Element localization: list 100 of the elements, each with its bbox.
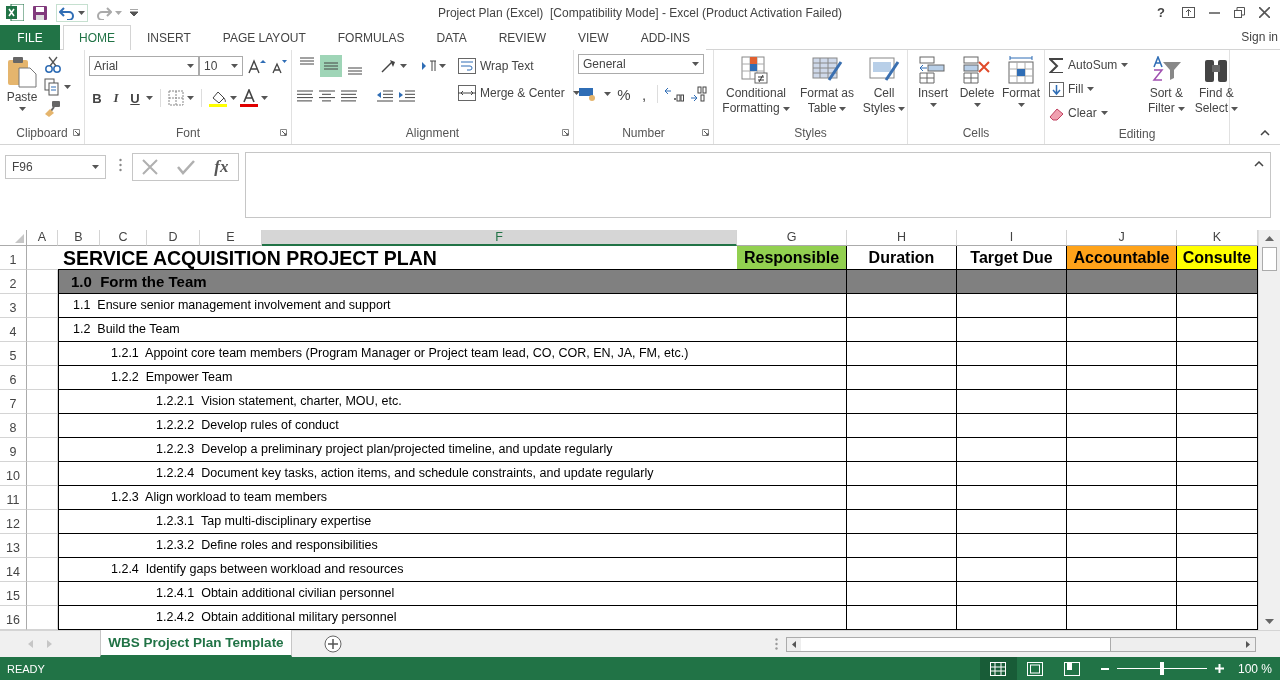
insert-function-button[interactable]: fx: [214, 157, 229, 177]
dialog-launcher-icon[interactable]: [280, 129, 287, 136]
caret-icon[interactable]: [898, 106, 906, 111]
format-painter-icon[interactable]: [44, 100, 62, 118]
column-header[interactable]: J: [1067, 230, 1177, 246]
caret-icon[interactable]: [400, 64, 407, 68]
dialog-launcher-icon[interactable]: [73, 129, 80, 136]
restore-icon[interactable]: [1234, 7, 1245, 18]
caret-icon[interactable]: [1121, 63, 1129, 67]
row-header[interactable]: 12: [0, 510, 27, 534]
ribbon-tab[interactable]: FILE: [0, 25, 60, 50]
row-header[interactable]: 11: [0, 486, 27, 510]
down-arrow-icon[interactable]: [1265, 619, 1274, 624]
decrease-indent-icon[interactable]: [376, 89, 394, 103]
caret-icon[interactable]: [230, 96, 237, 100]
column-header[interactable]: F: [262, 230, 737, 246]
number-format-field[interactable]: General: [578, 54, 704, 74]
row-header[interactable]: 8: [0, 414, 27, 438]
font-size-field[interactable]: 10: [199, 56, 243, 76]
caret-icon[interactable]: [146, 96, 153, 100]
row-header[interactable]: 6: [0, 366, 27, 390]
wrap-text-button[interactable]: Wrap Text: [458, 58, 580, 74]
row-header[interactable]: 15: [0, 582, 27, 606]
new-sheet-icon[interactable]: [324, 635, 342, 653]
percent-button[interactable]: %: [617, 85, 631, 103]
ribbon-button[interactable]: Insert: [912, 54, 954, 109]
italic-button[interactable]: I: [108, 90, 124, 106]
orientation-icon[interactable]: [380, 58, 398, 74]
undo-icon[interactable]: [59, 5, 75, 20]
ribbon-button[interactable]: Delete: [956, 54, 998, 109]
caret-icon[interactable]: [18, 107, 26, 111]
ribbon-button[interactable]: Conditional Formatting: [718, 54, 794, 118]
ribbon-button[interactable]: Format: [1000, 54, 1042, 109]
scissors-icon[interactable]: [44, 56, 62, 74]
increase-indent-icon[interactable]: [398, 89, 416, 103]
increase-decimal-icon[interactable]: [664, 86, 684, 102]
ribbon-button[interactable]: Cell Styles: [860, 54, 908, 118]
ribbon-button[interactable]: Find & Select: [1192, 54, 1241, 118]
caret-icon[interactable]: [973, 103, 981, 107]
normal-view-icon[interactable]: [990, 661, 1007, 676]
scrollbar-thumb[interactable]: [801, 637, 1111, 651]
column-header[interactable]: H: [847, 230, 957, 246]
ribbon-tab[interactable]: HOME: [63, 25, 131, 50]
row-header[interactable]: 4: [0, 318, 27, 342]
row-header[interactable]: 10: [0, 462, 27, 486]
zoom-level[interactable]: 100 %: [1223, 661, 1280, 676]
row-header[interactable]: 3: [0, 294, 27, 318]
accounting-format-icon[interactable]: [578, 86, 598, 102]
ribbon-button[interactable]: Format as Table: [798, 54, 856, 118]
column-header[interactable]: A: [27, 230, 58, 246]
caret-icon[interactable]: [839, 106, 847, 111]
up-arrow-icon[interactable]: [1265, 236, 1274, 241]
caret-icon[interactable]: [1231, 106, 1239, 111]
save-icon[interactable]: [32, 4, 48, 21]
ribbon-button[interactable]: AutoSum: [1049, 57, 1118, 73]
column-header[interactable]: E: [200, 230, 262, 246]
row-header[interactable]: 1: [0, 246, 27, 270]
shrink-font-icon[interactable]: [271, 58, 287, 74]
font-color-icon[interactable]: [240, 89, 258, 107]
copy-icon[interactable]: [44, 78, 60, 96]
column-header[interactable]: G: [737, 230, 847, 246]
caret-icon[interactable]: [78, 10, 85, 15]
align-right-icon[interactable]: [340, 89, 358, 103]
caret-icon[interactable]: [692, 62, 699, 66]
help-button[interactable]: ?: [1154, 5, 1168, 20]
row-header[interactable]: 13: [0, 534, 27, 558]
scrollbar-thumb[interactable]: [1262, 247, 1277, 271]
row-header[interactable]: 2: [0, 270, 27, 294]
column-header[interactable]: C: [100, 230, 147, 246]
column-header[interactable]: K: [1177, 230, 1258, 246]
caret-icon[interactable]: [1177, 106, 1185, 111]
ribbon-button[interactable]: Clear: [1049, 105, 1097, 121]
caret-icon[interactable]: [187, 96, 194, 100]
caret-icon[interactable]: [92, 165, 99, 169]
slider-thumb[interactable]: [1159, 662, 1164, 675]
caret-icon[interactable]: [1100, 111, 1108, 115]
caret-icon[interactable]: [187, 64, 194, 68]
sign-in-link[interactable]: Sign in: [1241, 30, 1280, 44]
center-icon[interactable]: [318, 89, 336, 103]
caret-icon[interactable]: [439, 64, 446, 68]
row-header[interactable]: 9: [0, 438, 27, 462]
align-left-icon[interactable]: [296, 89, 314, 103]
zoom-out-icon[interactable]: [1100, 667, 1109, 670]
column-header[interactable]: I: [957, 230, 1067, 246]
page-break-icon[interactable]: [1064, 661, 1081, 676]
fill-color-icon[interactable]: [209, 89, 227, 107]
font-name-field[interactable]: Arial: [89, 56, 199, 76]
zoom-in-icon[interactable]: [1214, 664, 1224, 673]
collapse-ribbon-icon[interactable]: [1260, 130, 1270, 136]
caret-icon[interactable]: [1087, 87, 1095, 91]
row-header[interactable]: 16: [0, 606, 27, 630]
caret-icon[interactable]: [261, 96, 268, 100]
ribbon-button[interactable]: Fill: [1049, 81, 1084, 97]
comma-button[interactable]: ,: [637, 85, 651, 103]
page-layout-icon[interactable]: [1027, 661, 1044, 676]
row-header[interactable]: 7: [0, 390, 27, 414]
text-direction-icon[interactable]: [421, 59, 437, 73]
caret-icon[interactable]: [604, 92, 611, 96]
customize-toolbar-icon[interactable]: [130, 9, 138, 16]
bold-button[interactable]: B: [89, 90, 105, 106]
